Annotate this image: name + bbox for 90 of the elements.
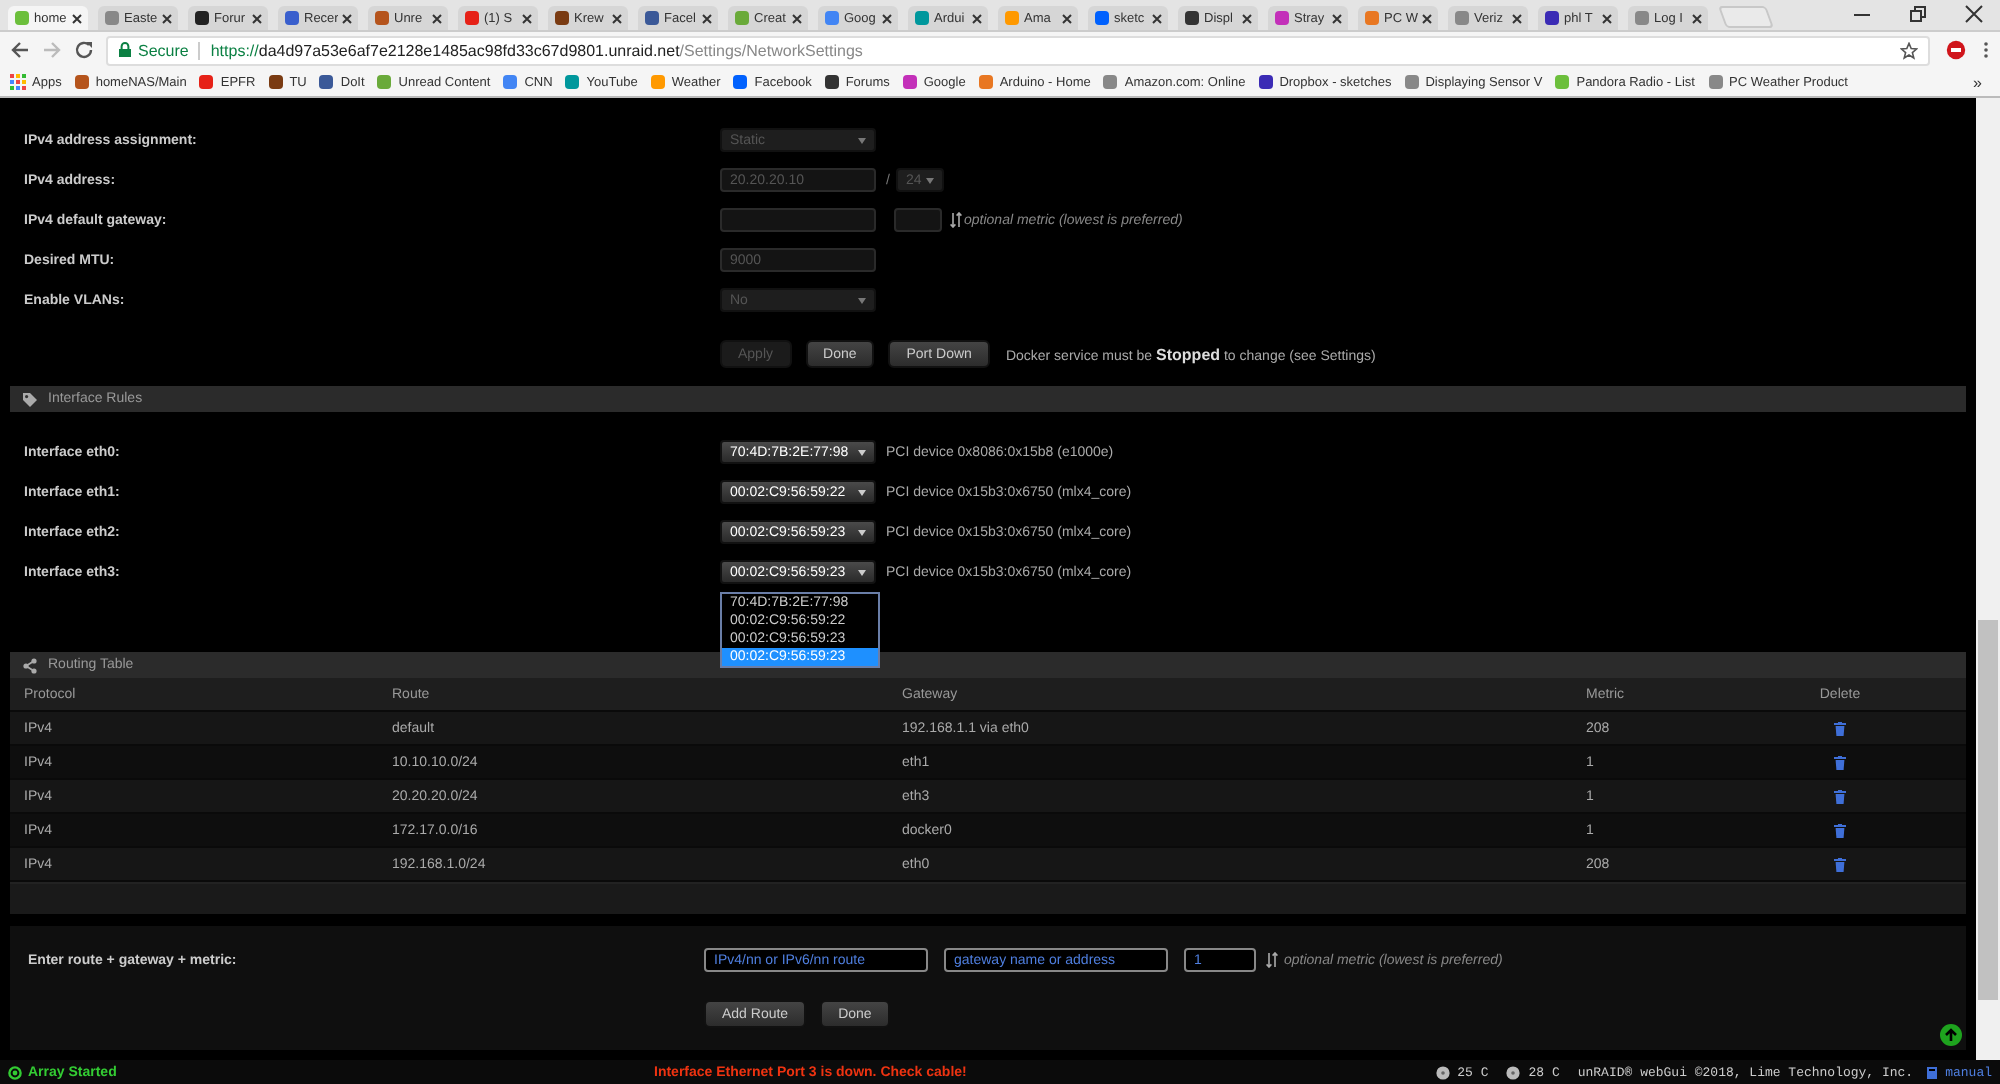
favicon-icon bbox=[1004, 10, 1020, 26]
favicon-icon bbox=[376, 74, 393, 90]
caret-icon bbox=[858, 297, 866, 303]
favicon-icon bbox=[1364, 10, 1380, 26]
favicon-icon bbox=[914, 10, 930, 26]
favicon-icon bbox=[554, 10, 570, 26]
favicon-icon bbox=[1634, 10, 1650, 26]
favicon-icon bbox=[823, 74, 840, 90]
trash-icon[interactable] bbox=[1834, 823, 1846, 837]
caret-icon bbox=[858, 489, 866, 495]
favicon-icon bbox=[1102, 74, 1119, 90]
close-icon[interactable] bbox=[342, 13, 352, 23]
favicon-icon bbox=[1094, 10, 1110, 26]
close-icon[interactable] bbox=[1062, 13, 1072, 23]
favicon-icon bbox=[194, 10, 210, 26]
caret-icon bbox=[858, 529, 866, 535]
caret-icon bbox=[858, 569, 866, 575]
more-bookmarks-button[interactable]: » bbox=[1973, 73, 1990, 91]
close-icon[interactable] bbox=[1332, 13, 1342, 23]
caret-icon bbox=[858, 137, 866, 143]
close-icon[interactable] bbox=[162, 13, 172, 23]
favicon-icon bbox=[1403, 74, 1420, 90]
close-icon[interactable] bbox=[1692, 13, 1702, 23]
favicon-icon bbox=[1544, 10, 1560, 26]
trash-icon[interactable] bbox=[1834, 789, 1846, 803]
menu-icon[interactable] bbox=[1982, 40, 1990, 60]
reload-icon[interactable] bbox=[74, 40, 94, 60]
share-icon bbox=[22, 657, 38, 673]
close-icon[interactable] bbox=[432, 13, 442, 23]
scroll-to-top-icon[interactable] bbox=[1940, 1024, 1962, 1046]
close-icon[interactable] bbox=[1242, 13, 1252, 23]
favicon-icon bbox=[564, 74, 581, 90]
close-icon[interactable] bbox=[612, 13, 622, 23]
close-icon[interactable] bbox=[252, 13, 262, 23]
favicon-icon bbox=[73, 74, 90, 90]
scrollbar-thumb[interactable] bbox=[1978, 620, 1998, 1000]
favicon-icon bbox=[734, 10, 750, 26]
close-icon[interactable] bbox=[1422, 13, 1432, 23]
sort-icon bbox=[1266, 952, 1278, 968]
favicon-icon bbox=[1257, 74, 1274, 90]
lock-icon bbox=[118, 42, 132, 58]
favicon-icon bbox=[1184, 10, 1200, 26]
back-icon[interactable] bbox=[10, 40, 30, 60]
favicon-icon bbox=[374, 10, 390, 26]
star-icon[interactable] bbox=[1900, 41, 1918, 59]
favicon-icon bbox=[649, 74, 666, 90]
address-bar[interactable]: Secure https://da4d97a53e6af7e2128e1485ac98fd33c67d9801.unraid.net/Settings/NetworkSettings bbox=[106, 35, 1930, 65]
favicon-icon bbox=[1707, 74, 1723, 90]
disk-icon bbox=[1435, 1065, 1450, 1079]
close-icon[interactable] bbox=[1512, 13, 1522, 23]
tag-icon bbox=[22, 391, 38, 407]
favicon-icon bbox=[267, 74, 284, 90]
favicon-icon bbox=[464, 10, 480, 26]
caret-icon bbox=[925, 177, 934, 183]
close-icon[interactable] bbox=[702, 13, 712, 23]
favicon-icon bbox=[824, 10, 840, 26]
sort-icon bbox=[950, 212, 962, 228]
restore-icon[interactable] bbox=[1908, 4, 1928, 24]
book-icon bbox=[1925, 1065, 1938, 1079]
caret-icon bbox=[858, 449, 866, 455]
favicon-icon bbox=[977, 74, 994, 90]
close-icon[interactable] bbox=[972, 13, 982, 23]
favicon-icon bbox=[502, 74, 519, 90]
close-icon[interactable] bbox=[792, 13, 802, 23]
favicon-icon bbox=[284, 10, 300, 26]
close-icon[interactable] bbox=[72, 13, 82, 23]
close-icon[interactable] bbox=[1602, 13, 1612, 23]
close-icon[interactable] bbox=[1152, 13, 1162, 23]
status-icon bbox=[8, 1065, 22, 1079]
close-icon[interactable] bbox=[522, 13, 532, 23]
favicon-icon bbox=[318, 74, 335, 90]
favicon-icon bbox=[1274, 10, 1290, 26]
apps-grid-icon bbox=[10, 74, 26, 90]
extension-icon[interactable] bbox=[1946, 40, 1966, 60]
disk-icon bbox=[1506, 1065, 1521, 1079]
trash-icon[interactable] bbox=[1834, 721, 1846, 735]
favicon-icon bbox=[644, 10, 660, 26]
favicon-icon bbox=[901, 74, 918, 90]
favicon-icon bbox=[14, 10, 30, 26]
favicon-icon bbox=[1454, 10, 1470, 26]
favicon-icon bbox=[1554, 74, 1571, 90]
close-icon[interactable] bbox=[882, 13, 892, 23]
trash-icon[interactable] bbox=[1834, 857, 1846, 871]
url-text[interactable]: https://da4d97a53e6af7e2128e1485ac98fd33c67d9801.unraid.net/Settings/NetworkSettings bbox=[210, 41, 863, 59]
favicon-icon bbox=[732, 74, 749, 90]
favicon-icon bbox=[198, 74, 215, 90]
trash-icon[interactable] bbox=[1834, 755, 1846, 769]
close-icon[interactable] bbox=[1964, 4, 1984, 24]
security-label: Secure bbox=[138, 41, 189, 59]
favicon-icon bbox=[104, 10, 120, 26]
